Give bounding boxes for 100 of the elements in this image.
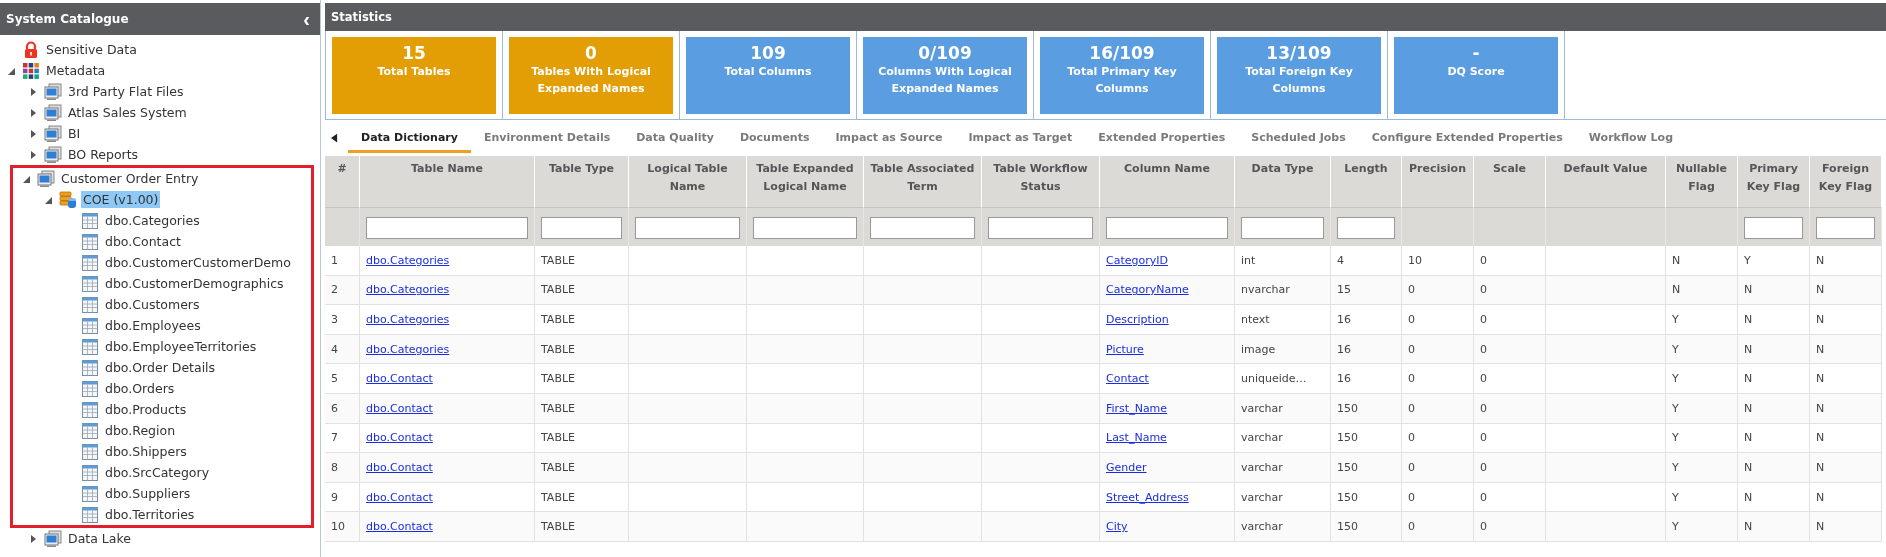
filter-field[interactable] (1744, 217, 1803, 239)
tree-item[interactable]: dbo.SrcCategory (103, 464, 212, 481)
tree-item[interactable]: dbo.Products (103, 401, 189, 418)
tree-item[interactable]: COE (v1.00) (81, 191, 161, 208)
table-link[interactable]: dbo.Categories (366, 313, 450, 326)
scroll-left-icon[interactable] (331, 133, 338, 143)
tree-item[interactable]: dbo.Contact (103, 233, 183, 250)
tab[interactable]: Data Quality (623, 123, 727, 153)
tree-item[interactable]: dbo.CustomerDemographics (103, 275, 286, 292)
table-link[interactable]: City (1106, 520, 1128, 534)
table-cell: varchar (1235, 393, 1331, 424)
filter-field[interactable] (1816, 217, 1875, 239)
table-icon (81, 337, 99, 356)
tab[interactable]: Environment Details (470, 123, 624, 153)
table-link[interactable]: Picture (1106, 342, 1144, 356)
tree-item[interactable]: dbo.Territories (103, 506, 197, 523)
expander-icon[interactable] (28, 107, 38, 118)
table-cell: 0 (1474, 246, 1546, 276)
tab[interactable]: Data Dictionary (348, 123, 471, 153)
tree-item[interactable]: dbo.Region (103, 422, 178, 439)
table-link[interactable]: Contact (1106, 372, 1149, 386)
table-link[interactable]: dbo.Categories (366, 283, 450, 297)
table-link[interactable]: dbo.Categories (366, 342, 450, 356)
tree-item[interactable]: Sensitive Data (44, 41, 139, 58)
table-link[interactable]: CategoryID (1106, 253, 1168, 267)
filter-field[interactable] (635, 217, 740, 239)
table-cell: 15 (1331, 275, 1402, 306)
table-cell: TABLE (535, 246, 629, 276)
table-cell: Y (1666, 305, 1738, 335)
tree-item[interactable]: Data Lake (66, 530, 133, 547)
tab[interactable]: Workflow Log (1575, 123, 1687, 153)
tree-item[interactable]: dbo.Suppliers (103, 485, 193, 502)
tree-item[interactable]: BI (66, 125, 83, 142)
tree-item[interactable]: BO Reports (66, 146, 141, 163)
table-cell: Y (1666, 453, 1738, 483)
table-cell: Y (1666, 364, 1738, 394)
table-cell: 0 (1474, 305, 1546, 335)
tree-item[interactable]: Atlas Sales System (66, 104, 189, 121)
filter-field[interactable] (870, 217, 975, 239)
table-link[interactable]: First_Name (1106, 401, 1168, 415)
table-link[interactable]: dbo.Categories (366, 253, 450, 267)
filter-field[interactable] (1106, 217, 1228, 239)
column-header: Default Value (1546, 156, 1666, 208)
filter-field[interactable] (366, 217, 528, 239)
table-icon (81, 463, 99, 482)
tree-item[interactable]: dbo.EmployeeTerritories (103, 338, 259, 355)
tree-item[interactable]: dbo.Orders (103, 380, 177, 397)
table-cell: 0 (1402, 275, 1474, 306)
tab[interactable]: Documents (726, 123, 823, 153)
filter-field[interactable] (1337, 217, 1395, 239)
sidebar-title: System Catalogue (6, 12, 129, 26)
expander-icon[interactable] (28, 149, 38, 160)
table-link[interactable]: dbo.Contact (366, 372, 433, 386)
computer-icon (44, 529, 62, 548)
table-icon (81, 253, 99, 272)
tree-item[interactable]: dbo.Employees (103, 317, 203, 334)
tab[interactable]: Scheduled Jobs (1238, 123, 1359, 153)
expander-icon[interactable] (28, 128, 38, 139)
tab[interactable]: Extended Properties (1085, 123, 1239, 153)
collapse-button[interactable]: ‹ (299, 9, 314, 29)
computer-icon (44, 124, 62, 143)
tab[interactable]: Impact as Target (955, 123, 1086, 153)
tree-item[interactable]: dbo.Categories (103, 212, 202, 229)
tree-item[interactable]: 3rd Party Flat Files (66, 83, 186, 100)
table-cell: 0 (1402, 453, 1474, 483)
tab[interactable]: Configure Extended Properties (1358, 123, 1576, 153)
table-cell: TABLE (535, 453, 629, 483)
filter-field[interactable] (753, 217, 857, 239)
stat-label: Columns With Logical Expanded Names (877, 64, 1013, 97)
tree-item[interactable]: dbo.CustomerCustomerDemo (103, 254, 293, 271)
table-cell: 0 (1474, 393, 1546, 424)
tree-item[interactable]: dbo.Shippers (103, 443, 189, 460)
table-link[interactable]: dbo.Contact (366, 431, 433, 445)
tab[interactable]: Impact as Source (822, 123, 956, 153)
table-link[interactable]: Street_Address (1106, 490, 1189, 504)
column-header: Primary Key Flag (1738, 156, 1810, 208)
stat-label: DQ Score (1446, 64, 1506, 80)
stat-value: 13/109 (1266, 43, 1332, 63)
filter-field[interactable] (988, 217, 1093, 239)
expander-icon[interactable] (28, 86, 38, 97)
filter-field[interactable] (541, 217, 622, 239)
tree-item[interactable]: Metadata (44, 62, 108, 79)
table-link[interactable]: dbo.Contact (366, 401, 433, 415)
expander-icon[interactable] (28, 533, 38, 544)
table-icon (81, 442, 99, 461)
table-cell: TABLE (535, 364, 629, 394)
tree-item[interactable]: Customer Order Entry (59, 170, 201, 187)
table-link[interactable]: dbo.Contact (366, 520, 433, 534)
tree-item[interactable]: dbo.Customers (103, 296, 202, 313)
table-link[interactable]: dbo.Contact (366, 490, 433, 504)
table-cell: N (1810, 275, 1882, 306)
table-cell: N (1666, 246, 1738, 276)
tree-item[interactable]: dbo.Order Details (103, 359, 218, 376)
table-link[interactable]: Last_Name (1106, 431, 1167, 445)
filter-field[interactable] (1241, 217, 1324, 239)
table-link[interactable]: CategoryName (1106, 283, 1189, 297)
table-link[interactable]: Gender (1106, 460, 1147, 474)
table-link[interactable]: Description (1106, 313, 1169, 326)
computer-icon (44, 145, 62, 164)
table-link[interactable]: dbo.Contact (366, 460, 433, 474)
